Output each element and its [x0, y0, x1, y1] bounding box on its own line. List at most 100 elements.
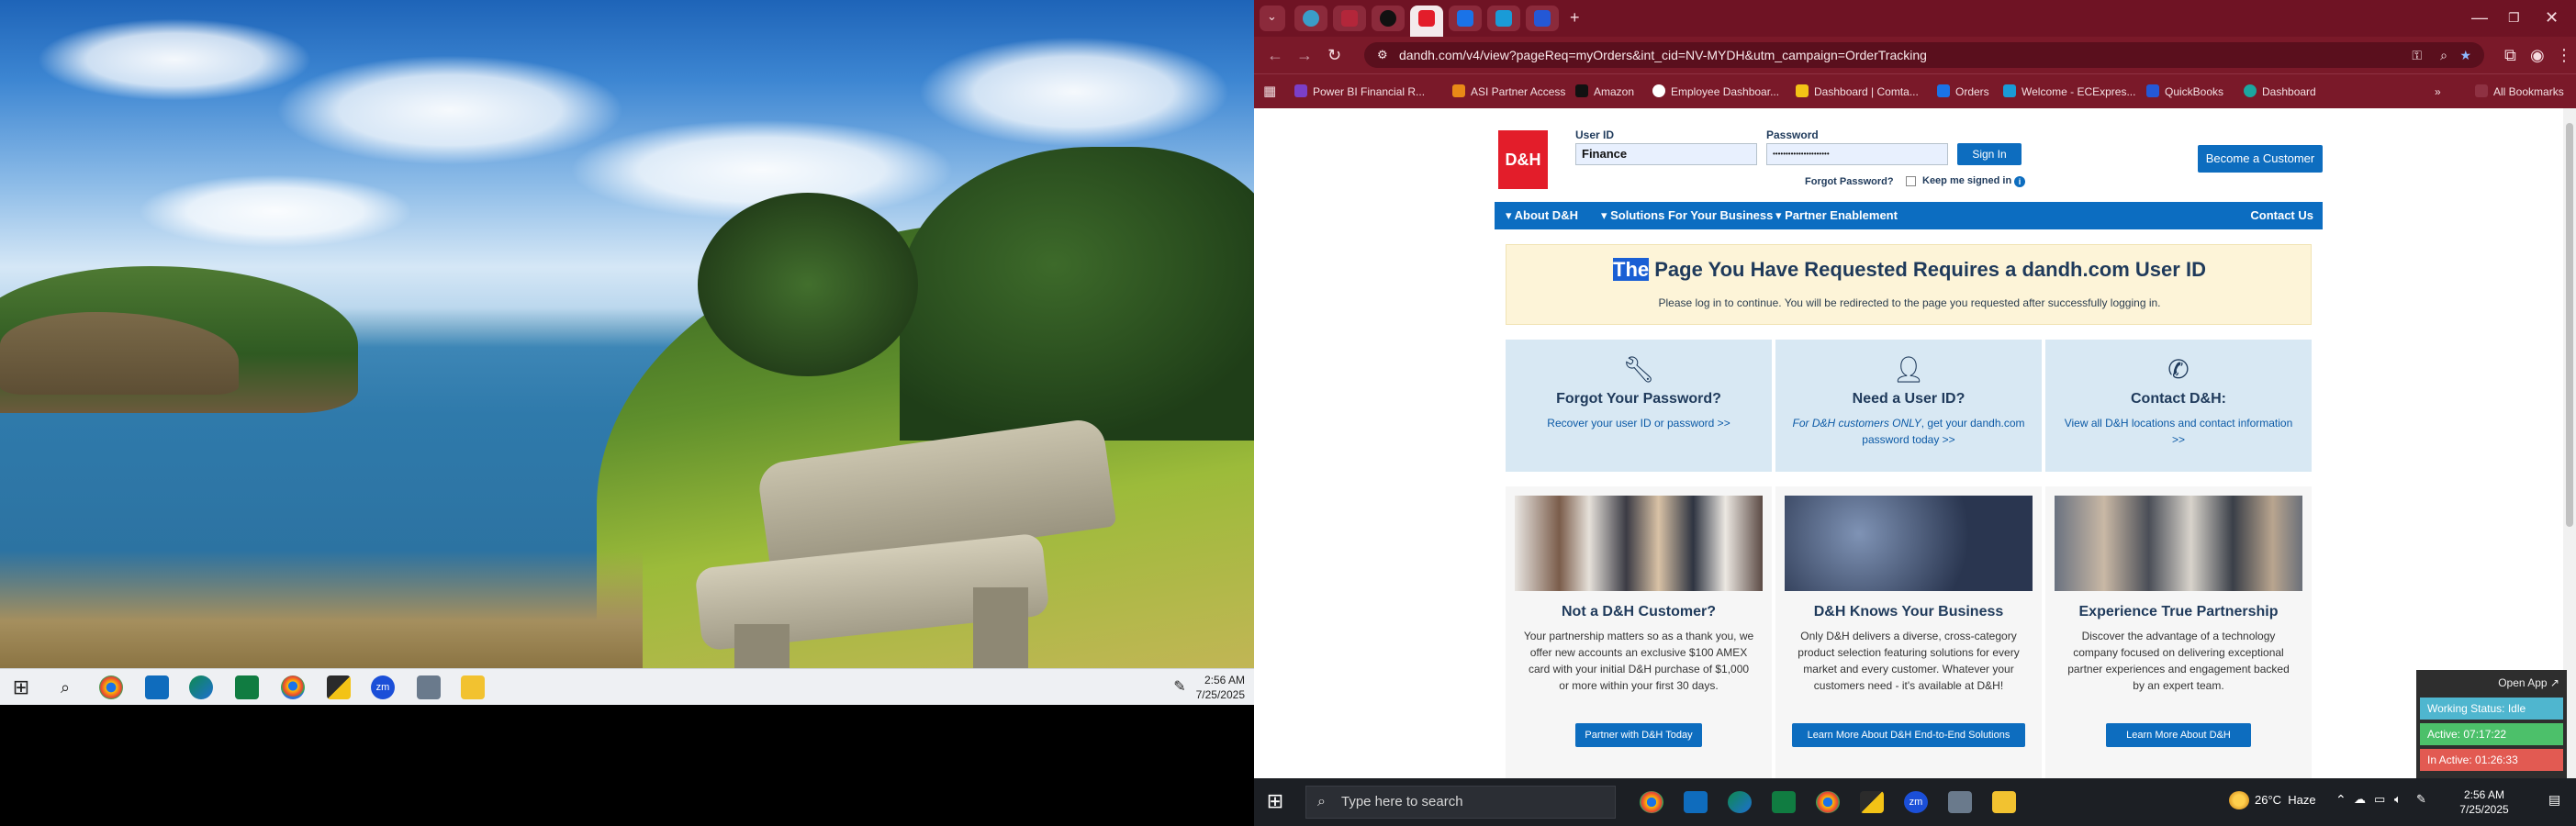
- bookmarks-overflow-icon[interactable]: »: [2435, 84, 2441, 100]
- reload-icon[interactable]: ↻: [1327, 45, 1341, 65]
- chrome-icon[interactable]: [99, 675, 123, 699]
- end-to-end-solutions-button[interactable]: Learn More About D&H End-to-End Solution…: [1792, 723, 2025, 747]
- chrome-active-icon[interactable]: [1816, 791, 1840, 813]
- right-monitor: ⌄ + — ❐ ✕ ← → ↻ ⚙ dandh.com/v4/view?page…: [1254, 0, 2576, 826]
- card-title: Forgot Your Password?: [1556, 391, 1721, 407]
- profile-icon[interactable]: ◉: [2530, 45, 2545, 65]
- address-bar[interactable]: ⚙ dandh.com/v4/view?pageReq=myOrders&int…: [1364, 42, 2484, 68]
- taskbar-search-input[interactable]: ⌕ Type here to search: [1305, 786, 1616, 819]
- weather-text[interactable]: 26°C Haze: [2255, 793, 2316, 807]
- all-bookmarks[interactable]: All Bookmarks: [2475, 84, 2564, 100]
- new-tab-icon[interactable]: +: [1570, 7, 1580, 28]
- nav-contact[interactable]: Contact Us: [2250, 202, 2313, 229]
- bookmark-4[interactable]: Dashboard | Comta...: [1796, 84, 1919, 100]
- left-clock-date: 7/25/2025: [1195, 688, 1245, 701]
- partner-today-button[interactable]: Partner with D&H Today: [1575, 723, 1702, 747]
- nav-partner[interactable]: ▾ Partner Enablement: [1775, 202, 1898, 229]
- back-icon[interactable]: ←: [1267, 45, 1283, 65]
- site-info-icon[interactable]: ⚙: [1377, 42, 1388, 68]
- bookmark-0[interactable]: Power BI Financial R...: [1294, 84, 1425, 100]
- edge-icon[interactable]: [1728, 791, 1752, 813]
- excel-icon[interactable]: [1772, 791, 1796, 813]
- card-link-italic: For D&H customers ONLY: [1792, 417, 1921, 430]
- right-clock[interactable]: 2:56 AM 7/25/2025: [2444, 787, 2525, 817]
- all-bookmarks-label: All Bookmarks: [2493, 85, 2564, 98]
- windows-start-icon[interactable]: ⊞: [9, 675, 33, 699]
- browser-tab-6[interactable]: [1487, 6, 1520, 31]
- tray-overflow-icon[interactable]: ⌃: [2335, 792, 2346, 808]
- weather-icon[interactable]: [2229, 791, 2249, 809]
- bookmark-5[interactable]: Orders: [1937, 84, 1989, 100]
- browser-tab-3[interactable]: [1372, 6, 1405, 31]
- become-customer-button[interactable]: Become a Customer: [2198, 145, 2323, 173]
- bookmark-1[interactable]: ASI Partner Access: [1452, 84, 1565, 100]
- nav-label: About D&H: [1514, 208, 1578, 222]
- card-link[interactable]: For D&H customers ONLY, get your dandh.c…: [1788, 415, 2029, 448]
- volume-icon[interactable]: 🔈︎: [2394, 792, 2402, 807]
- forgot-password-link[interactable]: Forgot Password?: [1805, 176, 1894, 187]
- zoom-icon[interactable]: ⌕: [2440, 42, 2447, 68]
- phone-icon: ✆: [2167, 355, 2190, 384]
- keep-signed-in-checkbox[interactable]: [1906, 176, 1916, 186]
- restore-icon[interactable]: ❐: [2508, 7, 2520, 28]
- sign-in-button[interactable]: Sign In: [1957, 143, 2022, 165]
- zoom-icon[interactable]: zm: [371, 675, 395, 699]
- working-status: Working Status: Idle: [2420, 698, 2563, 720]
- nav-about[interactable]: ▾ About D&H: [1506, 202, 1578, 229]
- browser-tab-2[interactable]: [1333, 6, 1366, 31]
- bookmark-star-icon[interactable]: ★: [2459, 42, 2471, 68]
- bookmark-2[interactable]: Amazon: [1575, 84, 1634, 100]
- user-id-input[interactable]: Finance: [1575, 143, 1757, 165]
- windows-start-icon[interactable]: ⊞: [1263, 789, 1287, 813]
- left-clock[interactable]: 2:56 AM 7/25/2025: [1190, 673, 1245, 702]
- alert-title: The Page You Have Requested Requires a d…: [1506, 258, 2313, 282]
- chrome-icon[interactable]: [1640, 791, 1663, 813]
- file-explorer-icon[interactable]: [1992, 791, 2016, 813]
- browser-tab-7[interactable]: [1526, 6, 1559, 31]
- extensions-icon[interactable]: ⧉: [2504, 45, 2516, 65]
- bookmark-8[interactable]: Dashboard: [2244, 84, 2316, 100]
- open-app-link[interactable]: Open App ↗: [2416, 670, 2567, 696]
- info-icon[interactable]: i: [2014, 176, 2025, 187]
- bookmark-6[interactable]: Welcome - ECExpres...: [2003, 84, 2135, 100]
- browser-tab-5[interactable]: [1449, 6, 1482, 31]
- excel-icon[interactable]: [235, 675, 259, 699]
- calculator-icon[interactable]: [417, 675, 441, 699]
- bookmark-7[interactable]: QuickBooks: [2146, 84, 2223, 100]
- zoom-icon[interactable]: zm: [1904, 791, 1928, 813]
- pen-icon[interactable]: ✎: [2416, 792, 2426, 807]
- browser-tab-active[interactable]: [1410, 6, 1443, 37]
- network-icon[interactable]: ▭: [2374, 792, 2385, 807]
- bookmark-3[interactable]: Employee Dashboar...: [1652, 84, 1779, 100]
- edge-icon[interactable]: [189, 675, 213, 699]
- pen-icon[interactable]: ✎: [1168, 675, 1192, 699]
- card-link[interactable]: Recover your user ID or password >>: [1518, 415, 1759, 431]
- menu-icon[interactable]: ⋮: [2556, 45, 2572, 65]
- notifications-icon[interactable]: ▤: [2548, 792, 2560, 808]
- learn-more-button[interactable]: Learn More About D&H: [2106, 723, 2251, 747]
- laptop-network-image: [1785, 496, 2033, 591]
- outlook-icon[interactable]: [145, 675, 169, 699]
- sticky-notes-icon[interactable]: [1860, 791, 1884, 813]
- sticky-notes-icon[interactable]: [327, 675, 351, 699]
- tray-app-icon[interactable]: ☁: [2354, 792, 2366, 807]
- calculator-icon[interactable]: [1948, 791, 1972, 813]
- nav-solutions[interactable]: ▾ Solutions For Your Business: [1601, 202, 1773, 229]
- dandh-logo[interactable]: D&H: [1498, 130, 1548, 189]
- password-input[interactable]: ••••••••••••••••••••••: [1766, 143, 1948, 165]
- forward-icon[interactable]: →: [1296, 45, 1313, 65]
- chrome-active-icon[interactable]: [281, 675, 305, 699]
- apps-grid-icon[interactable]: ▦: [1263, 84, 1276, 100]
- close-icon[interactable]: ✕: [2545, 7, 2559, 28]
- caret-down-icon: ▾: [1601, 208, 1611, 222]
- password-key-icon[interactable]: ⚿: [2412, 42, 2422, 68]
- minimize-icon[interactable]: —: [2471, 7, 2488, 28]
- browser-tab-1[interactable]: [1294, 6, 1327, 31]
- scrollbar-thumb[interactable]: [2566, 123, 2573, 527]
- tab-search-button[interactable]: ⌄: [1260, 6, 1285, 31]
- outlook-icon[interactable]: [1684, 791, 1708, 813]
- card-link[interactable]: View all D&H locations and contact infor…: [2058, 415, 2299, 448]
- file-explorer-icon[interactable]: [461, 675, 485, 699]
- right-clock-date: 7/25/2025: [2459, 803, 2509, 816]
- search-icon[interactable]: ⌕: [53, 675, 77, 699]
